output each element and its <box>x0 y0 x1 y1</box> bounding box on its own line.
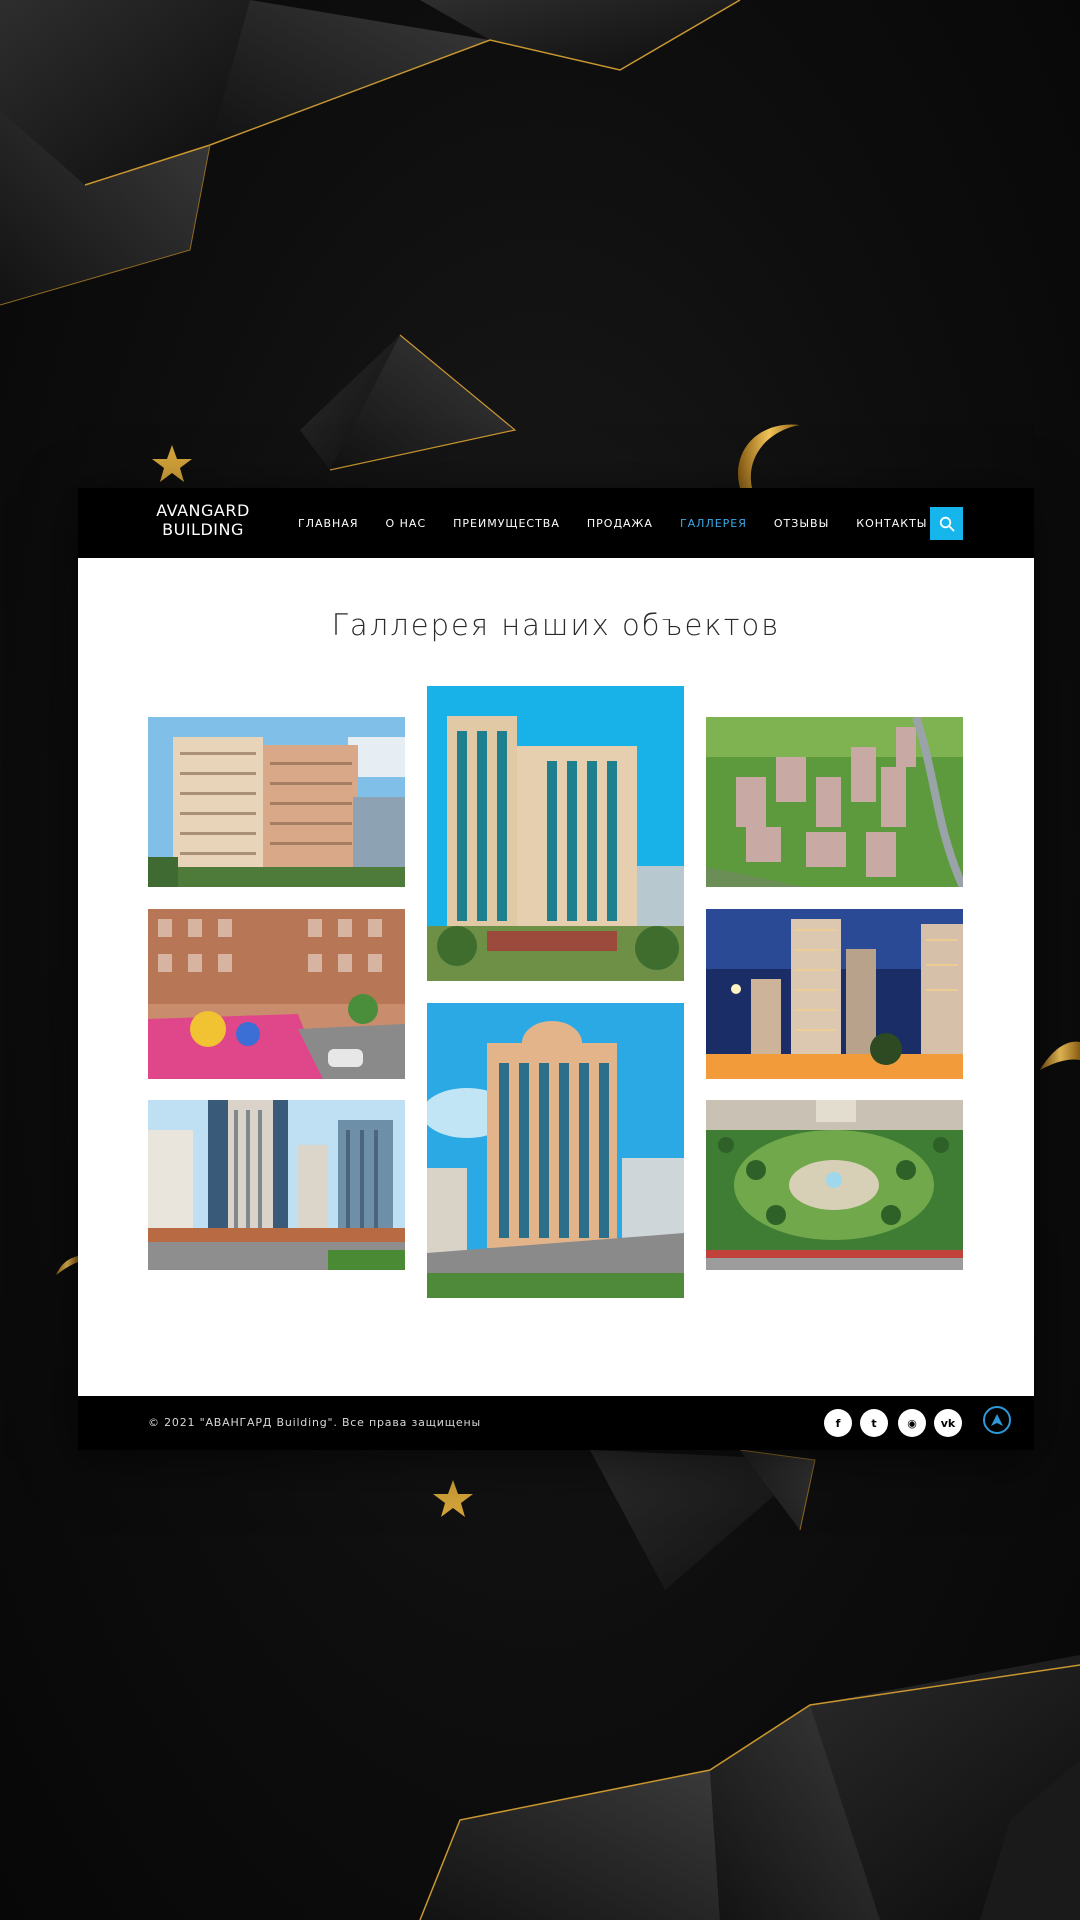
gallery-photo-building[interactable] <box>148 717 405 887</box>
nav-item-home[interactable]: ГЛАВНАЯ <box>298 517 359 530</box>
nav-item-contacts[interactable]: КОНТАКТЫ <box>856 517 927 530</box>
gallery-photo-night-towers[interactable] <box>706 909 963 1079</box>
gallery-photo-tower-2[interactable] <box>427 1003 684 1298</box>
gallery-title: Галлерея наших объектов <box>331 608 781 642</box>
vk-icon[interactable]: vk <box>934 1409 962 1437</box>
nav-item-advantages[interactable]: ПРЕИМУЩЕСТВА <box>453 517 560 530</box>
logo[interactable]: AVANGARD BUILDING <box>148 501 258 539</box>
nav-item-reviews[interactable]: ОТЗЫВЫ <box>774 517 829 530</box>
search-button[interactable] <box>930 507 963 540</box>
gallery-photo-aerial-complex[interactable] <box>706 717 963 887</box>
main-card: AVANGARD BUILDING ГЛАВНАЯ О НАС ПРЕИМУЩЕ… <box>78 488 1034 1450</box>
nav-item-sale[interactable]: ПРОДАЖА <box>587 517 653 530</box>
arrow-up-icon <box>991 1414 1003 1426</box>
logo-line-1: AVANGARD <box>156 501 250 520</box>
nav-item-gallery[interactable]: ГАЛЛЕРЕЯ <box>680 517 747 530</box>
logo-line-2: BUILDING <box>162 520 244 539</box>
facebook-icon[interactable]: f <box>824 1409 852 1437</box>
footer: © 2021 "АВАНГАРД Building". Все права за… <box>78 1396 1034 1450</box>
nav-item-about[interactable]: О НАС <box>386 517 427 530</box>
twitter-icon[interactable]: t <box>860 1409 888 1437</box>
search-icon <box>939 516 954 531</box>
scroll-top-button[interactable] <box>983 1406 1011 1434</box>
gallery-photo-tower-1[interactable] <box>427 686 684 981</box>
gallery-photo-park-aerial[interactable] <box>706 1100 963 1270</box>
copyright-text: © 2021 "АВАНГАРД Building". Все права за… <box>148 1416 481 1429</box>
rss-icon[interactable]: ◉ <box>898 1409 926 1437</box>
gallery-photo-street[interactable] <box>148 1100 405 1270</box>
gallery-photo-playground[interactable] <box>148 909 405 1079</box>
